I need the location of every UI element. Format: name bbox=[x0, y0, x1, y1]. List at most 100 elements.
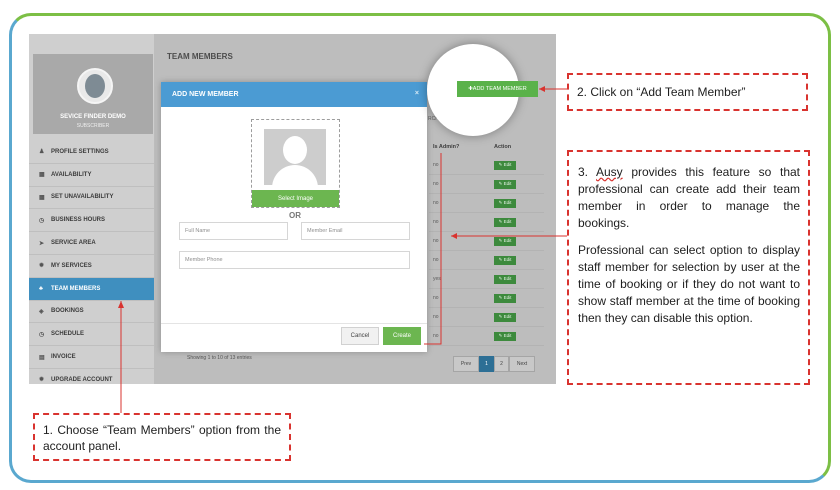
sidebar-item-label: BUSINESS HOURS bbox=[51, 217, 106, 224]
sidebar-item-label: SCHEDULE bbox=[51, 331, 85, 338]
sidebar-item-set-unavailability[interactable]: ▦ SET UNAVAILABILITY bbox=[29, 186, 154, 210]
clock-icon: ◷ bbox=[39, 217, 45, 224]
page-title: TEAM MEMBERS bbox=[167, 52, 233, 61]
table-row: no ✎ Edit bbox=[429, 213, 544, 232]
sidebar-item-schedule[interactable]: ◷ SCHEDULE bbox=[29, 323, 154, 347]
pagination: Prev 1 2 Next bbox=[453, 356, 535, 372]
edit-button[interactable]: ✎ Edit bbox=[494, 179, 516, 189]
column-header-is-admin[interactable]: Is Admin? bbox=[429, 138, 489, 156]
table-row: no ✎ Edit bbox=[429, 194, 544, 213]
select-image-button[interactable]: Select Image bbox=[252, 190, 339, 207]
sidebar-item-business-hours[interactable]: ◷ BUSINESS HOURS bbox=[29, 209, 154, 233]
modal-header: ADD NEW MEMBER × bbox=[161, 82, 427, 107]
schedule-icon: ◷ bbox=[39, 331, 45, 338]
callout-step-3-paragraph-2: Professional can select option to displa… bbox=[578, 243, 800, 325]
calendar-icon: ▦ bbox=[39, 194, 45, 201]
sidebar-item-service-area[interactable]: ➤ SERVICE AREA bbox=[29, 232, 154, 255]
table-row: no ✎ Edit bbox=[429, 289, 544, 308]
sidebar-menu: ♟ PROFILE SETTINGS ▦ AVAILABILITY ▦ SET UNAVA… bbox=[29, 141, 154, 384]
sidebar-item-label: UPGRADE ACCOUNT bbox=[51, 376, 113, 383]
sidebar-item-my-services[interactable]: ✹ MY SERVICES bbox=[29, 254, 154, 278]
is-admin-value: no bbox=[433, 238, 439, 244]
add-member-modal: ADD NEW MEMBER × Select Image OR Full Na… bbox=[161, 82, 427, 352]
pagination-prev[interactable]: Prev bbox=[453, 356, 479, 372]
image-placeholder-icon bbox=[264, 129, 326, 185]
sidebar-item-invoice[interactable]: ▤ INVOICE bbox=[29, 346, 154, 369]
member-phone-input[interactable]: Member Phone bbox=[179, 251, 410, 269]
invoice-icon: ▤ bbox=[39, 354, 45, 361]
modal-title: ADD NEW MEMBER bbox=[172, 91, 239, 98]
upgrade-icon: ✹ bbox=[39, 377, 45, 384]
team-icon: ♣ bbox=[39, 285, 43, 292]
edit-button[interactable]: ✎ Edit bbox=[494, 236, 516, 246]
team-table-rows: no ✎ Edit no ✎ Edit no ✎ Edit no ✎ Edit no ✎ Edit… bbox=[429, 156, 544, 346]
is-admin-value: no bbox=[433, 162, 439, 168]
pagination-page-2[interactable]: 2 bbox=[494, 356, 509, 372]
is-admin-value: yes bbox=[433, 276, 441, 282]
is-admin-value: no bbox=[433, 219, 439, 225]
column-header-action: Action bbox=[494, 144, 512, 150]
create-button[interactable]: Create bbox=[383, 327, 421, 345]
image-upload-box: Select Image bbox=[251, 119, 340, 208]
pagination-next[interactable]: Next bbox=[509, 356, 535, 372]
or-divider: OR bbox=[289, 211, 301, 220]
sidebar-item-label: AVAILABILITY bbox=[51, 171, 92, 178]
table-row: no ✎ Edit bbox=[429, 156, 544, 175]
sidebar-item-label: INVOICE bbox=[51, 354, 76, 361]
is-admin-value: no bbox=[433, 181, 439, 187]
edit-button[interactable]: ✎ Edit bbox=[494, 274, 516, 284]
modal-footer-divider bbox=[161, 323, 427, 324]
callout-step-3: 3. Ausy provides this feature so that pr… bbox=[567, 150, 810, 385]
callout-step-2: 2. Click on “Add Team Member” bbox=[567, 73, 808, 111]
user-icon: ♟ bbox=[39, 149, 45, 156]
sidebar-item-label: BOOKINGS bbox=[51, 308, 84, 315]
sidebar-item-bookings[interactable]: ◈ BOOKINGS bbox=[29, 300, 154, 324]
is-admin-value: no bbox=[433, 333, 439, 339]
sidebar-item-upgrade-account[interactable]: ✹ UPGRADE ACCOUNT bbox=[29, 368, 154, 384]
calendar-icon: ▦ bbox=[39, 172, 45, 179]
callout-step-3-paragraph-1: 3. Ausy provides this feature so that pr… bbox=[578, 165, 800, 230]
full-name-input[interactable]: Full Name bbox=[179, 222, 288, 240]
edit-button[interactable]: ✎ Edit bbox=[494, 217, 516, 227]
add-team-member-button[interactable]: ✚ADD TEAM MEMBER bbox=[457, 81, 538, 97]
account-sidebar: SEVICE FINDER DEMO SUBSCRIBER ♟ PROFILE S… bbox=[29, 34, 154, 384]
pagination-page-1[interactable]: 1 bbox=[479, 356, 494, 372]
member-email-input[interactable]: Member Email bbox=[301, 222, 410, 240]
entries-info: Showing 1 to 10 of 13 entries bbox=[187, 355, 252, 361]
is-admin-value: no bbox=[433, 257, 439, 263]
callout-step-1: 1. Choose “Team Members” option from the… bbox=[33, 413, 291, 461]
sidebar-item-team-members[interactable]: ♣ TEAM MEMBERS bbox=[29, 277, 154, 301]
sidebar-item-label: TEAM MEMBERS bbox=[51, 285, 101, 292]
table-row: no ✎ Edit bbox=[429, 232, 544, 251]
brand-name: Ausy bbox=[596, 165, 623, 179]
edit-button[interactable]: ✎ Edit bbox=[494, 198, 516, 208]
table-row: no ✎ Edit bbox=[429, 308, 544, 327]
sidebar-item-profile-settings[interactable]: ♟ PROFILE SETTINGS bbox=[29, 141, 154, 164]
cancel-button[interactable]: Cancel bbox=[341, 327, 379, 345]
profile-card: SEVICE FINDER DEMO SUBSCRIBER bbox=[33, 54, 153, 134]
table-row: yes ✎ Edit bbox=[429, 270, 544, 289]
location-icon: ➤ bbox=[39, 240, 45, 247]
edit-button[interactable]: ✎ Edit bbox=[494, 160, 516, 170]
gear-icon: ✹ bbox=[39, 263, 45, 270]
table-row: no ✎ Edit bbox=[429, 327, 544, 346]
sidebar-item-label: SET UNAVAILABILITY bbox=[51, 194, 114, 201]
avatar bbox=[77, 68, 113, 104]
sidebar-item-label: MY SERVICES bbox=[51, 262, 92, 269]
is-admin-value: no bbox=[433, 295, 439, 301]
sidebar-item-label: SERVICE AREA bbox=[51, 240, 96, 247]
is-admin-value: no bbox=[433, 314, 439, 320]
close-icon[interactable]: × bbox=[415, 90, 419, 97]
edit-button[interactable]: ✎ Edit bbox=[494, 312, 516, 322]
table-row: no ✎ Edit bbox=[429, 251, 544, 270]
sidebar-item-availability[interactable]: ▦ AVAILABILITY bbox=[29, 163, 154, 187]
profile-name: SEVICE FINDER DEMO bbox=[60, 114, 126, 120]
table-row: no ✎ Edit bbox=[429, 175, 544, 194]
sidebar-item-label: PROFILE SETTINGS bbox=[51, 148, 109, 155]
bookings-icon: ◈ bbox=[39, 308, 44, 315]
edit-button[interactable]: ✎ Edit bbox=[494, 293, 516, 303]
edit-button[interactable]: ✎ Edit bbox=[494, 255, 516, 265]
is-admin-value: no bbox=[433, 200, 439, 206]
edit-button[interactable]: ✎ Edit bbox=[494, 331, 516, 341]
profile-role: SUBSCRIBER bbox=[76, 123, 110, 129]
